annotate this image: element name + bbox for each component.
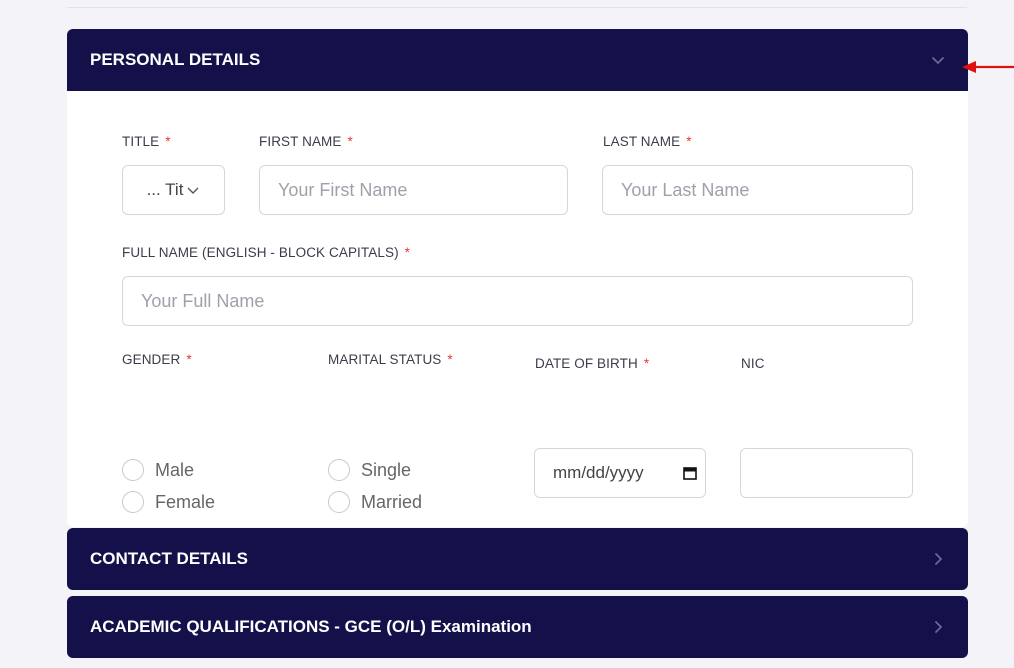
marital-option-label: Married [361, 491, 423, 512]
required-mark: * [165, 134, 171, 149]
section-title: PERSONAL DETAILS [90, 50, 261, 69]
dob-value: mm/dd/yyyy [553, 463, 644, 482]
gender-option-label: Female [155, 491, 216, 512]
required-mark: * [447, 352, 453, 367]
chevron-right-icon[interactable] [930, 551, 946, 567]
contact-details-section: CONTACT DETAILS [67, 528, 968, 590]
dob-input[interactable]: mm/dd/yyyy [534, 448, 706, 498]
contact-details-header[interactable]: CONTACT DETAILS [67, 528, 968, 590]
chevron-down-icon[interactable] [930, 52, 946, 68]
arrow-left-icon [962, 61, 1014, 73]
nic-input[interactable] [740, 448, 913, 498]
academic-qualifications-header[interactable]: ACADEMIC QUALIFICATIONS - GCE (O/L) Exam… [67, 596, 968, 658]
required-mark: * [643, 356, 650, 371]
required-mark: * [186, 352, 192, 367]
last-name-input[interactable] [602, 165, 913, 215]
chevron-down-icon [187, 187, 199, 194]
required-mark: * [686, 134, 692, 149]
section-title: CONTACT DETAILS [90, 549, 249, 568]
gender-male-radio[interactable]: Male [122, 459, 194, 481]
radio-circle[interactable] [328, 491, 350, 513]
divider [67, 7, 967, 8]
title-select-value: ... Tit [146, 180, 184, 199]
marital-status-label: MARITAL STATUS * [328, 352, 453, 367]
personal-details-section: PERSONAL DETAILS TITLE * FIRST NAME * LAST… [67, 29, 968, 527]
radio-circle[interactable] [122, 459, 144, 481]
personal-details-body: TITLE* FIRST NAME* LAST NAME* ... Tit FU… [67, 91, 968, 527]
title-select[interactable]: ... Tit [122, 165, 225, 215]
last-name-label: LAST NAME * [603, 134, 692, 149]
marital-married-radio[interactable]: Married [328, 491, 422, 513]
title-label: TITLE * [122, 134, 171, 149]
gender-female-radio[interactable]: Female [122, 491, 215, 513]
dob-label: DATE OF BIRTH * [535, 356, 650, 371]
nic-label: NIC [741, 356, 765, 371]
radio-circle[interactable] [122, 491, 144, 513]
full-name-input[interactable] [122, 276, 913, 326]
chevron-right-icon[interactable] [930, 619, 946, 635]
marital-option-label: Single [361, 459, 412, 480]
radio-circle[interactable] [328, 459, 350, 481]
required-mark: * [347, 134, 353, 149]
gender-option-label: Male [155, 459, 195, 480]
academic-qualifications-section: ACADEMIC QUALIFICATIONS - GCE (O/L) Exam… [67, 596, 968, 658]
calendar-icon[interactable] [683, 466, 697, 480]
section-title: ACADEMIC QUALIFICATIONS - GCE (O/L) Exam… [90, 617, 532, 636]
first-name-label: FIRST NAME * [259, 134, 353, 149]
full-name-label: FULL NAME (ENGLISH - BLOCK CAPITALS) * [122, 245, 411, 260]
marital-single-radio[interactable]: Single [328, 459, 411, 481]
gender-label: GENDER * [122, 352, 192, 367]
personal-details-header[interactable]: PERSONAL DETAILS [67, 29, 968, 91]
first-name-input[interactable] [259, 165, 568, 215]
required-mark: * [404, 245, 411, 260]
